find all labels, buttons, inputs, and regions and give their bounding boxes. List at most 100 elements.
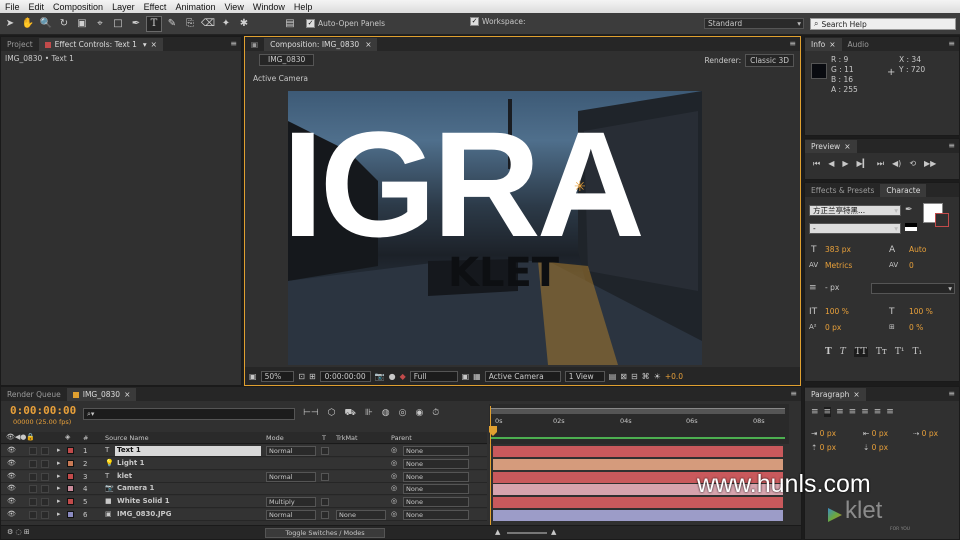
solo-box[interactable] (29, 511, 37, 519)
tsume-value[interactable]: 0 % (909, 323, 923, 332)
label-color-swatch[interactable] (67, 459, 74, 467)
align-right-icon[interactable]: ≡ (836, 407, 844, 417)
menu-view[interactable]: View (224, 2, 243, 12)
font-family-select[interactable]: 方正兰亭特黑... (809, 205, 901, 216)
clone-stamp-tool-icon[interactable]: ⎘ (182, 16, 198, 32)
workspace-toggle-icon[interactable]: ▤ (282, 16, 298, 32)
roto-brush-tool-icon[interactable]: ✦ (218, 16, 234, 32)
expand-layer-icon[interactable]: ▸ (57, 446, 61, 454)
expand-layer-icon[interactable]: ▸ (57, 459, 61, 467)
tab-composition[interactable]: Composition: IMG_0830 × (264, 38, 378, 51)
col-mode[interactable]: Mode (266, 434, 284, 442)
horizontal-scale-value[interactable]: 100 % (909, 307, 933, 316)
tab-preview-close-icon[interactable]: × (844, 142, 850, 151)
visibility-eye-icon[interactable]: 👁 (7, 510, 16, 518)
timeline-panel-menu-icon[interactable]: ≡ (790, 389, 797, 398)
color-icon[interactable]: ◆ (400, 372, 406, 381)
lock-box[interactable] (41, 511, 49, 519)
camera-tool-icon[interactable]: ▣ (74, 16, 90, 32)
zoom-in-icon[interactable]: ▲ (551, 528, 556, 536)
ram-preview-icon[interactable]: ▶▶ (924, 159, 936, 169)
layer-mode-select[interactable]: Multiply (266, 497, 316, 508)
layer-duration-bar[interactable] (493, 446, 783, 457)
menu-animation[interactable]: Animation (175, 2, 215, 12)
layer-mode-select[interactable]: Normal (266, 471, 316, 482)
tab-character[interactable]: Characte (880, 184, 927, 197)
lock-box[interactable] (41, 485, 49, 494)
stroke-style-select[interactable] (871, 283, 955, 294)
comp-mini-flowchart-icon[interactable]: ⊢⊣ (303, 408, 319, 419)
parent-select[interactable]: None (403, 510, 469, 520)
pick-whip-icon[interactable]: ◎ (391, 472, 397, 480)
fast-previews-icon[interactable]: ⊠ (620, 372, 627, 381)
comp-panel-menu-icon[interactable]: ≡ (789, 39, 796, 48)
viewer-timecode[interactable]: 0:00:00:00 (319, 370, 371, 382)
menu-edit[interactable]: Edit (29, 2, 45, 12)
panel-menu-icon[interactable]: ≡ (230, 39, 237, 48)
auto-open-checkbox[interactable]: ✓ (306, 19, 315, 28)
expand-layer-icon[interactable]: ▸ (57, 484, 61, 492)
overlay-text[interactable]: IGRA (288, 109, 645, 259)
tab-paragraph-close-icon[interactable]: × (853, 390, 859, 399)
menu-effect[interactable]: Effect (144, 2, 167, 12)
last-frame-icon[interactable]: ⏭ (877, 159, 884, 169)
pick-whip-icon[interactable]: ◎ (391, 484, 397, 492)
search-help-field[interactable]: ⌕ Search Help (810, 18, 956, 30)
zoom-out-icon[interactable]: ▲ (495, 528, 500, 536)
faux-italic-icon[interactable]: T (840, 347, 846, 357)
label-color-swatch[interactable] (67, 447, 74, 454)
footer-switch-icons[interactable]: ⚙ ◌ ⊞ (7, 528, 30, 536)
col-source-name[interactable]: Source Name (105, 434, 149, 442)
layer-name[interactable]: klet (115, 472, 261, 482)
col-parent[interactable]: Parent (391, 434, 412, 442)
parent-select[interactable]: None (403, 458, 469, 469)
rotate-tool-icon[interactable]: ↻ (56, 16, 72, 32)
solo-box[interactable] (29, 485, 37, 494)
lock-box[interactable] (41, 498, 49, 507)
zoom-select[interactable]: 50% (260, 370, 295, 382)
tracking-value[interactable]: 0 (909, 261, 914, 270)
expand-layer-icon[interactable]: ▸ (57, 472, 61, 480)
snapshot-icon[interactable]: 📷 (375, 372, 385, 381)
keyframe-icon[interactable]: ⏱ (432, 408, 439, 419)
layer-mode-select[interactable]: Normal (266, 446, 316, 456)
font-style-select[interactable]: - (809, 223, 901, 234)
puppet-tool-icon[interactable]: ✱ (236, 16, 252, 32)
transparency-grid-icon[interactable]: ▦ (473, 372, 481, 381)
timeline-search-field[interactable]: ⌕▾ (83, 408, 295, 420)
menu-help[interactable]: Help (294, 2, 313, 12)
solo-box[interactable] (29, 447, 37, 455)
stroke-width-value[interactable]: - px (825, 283, 839, 292)
safe-zones-icon[interactable]: ⊡ (298, 372, 305, 381)
work-area-bar[interactable] (491, 408, 785, 414)
play-icon[interactable]: ▶ (842, 159, 848, 169)
hand-tool-icon[interactable]: ✋ (20, 16, 36, 32)
loop-icon[interactable]: ⟲ (909, 159, 916, 169)
preview-panel-menu-icon[interactable]: ≡ (948, 141, 955, 150)
comp-subtab[interactable]: IMG_0830 (259, 54, 315, 66)
parent-select[interactable]: None (403, 484, 469, 495)
camera-view-select[interactable]: Active Camera (484, 370, 561, 382)
label-color-swatch[interactable] (67, 511, 74, 518)
eyedropper-icon[interactable]: ✒ (905, 205, 913, 215)
solo-box[interactable] (29, 459, 37, 468)
leading-value[interactable]: Auto (909, 245, 926, 254)
current-time-indicator[interactable] (490, 406, 497, 536)
tab-timeline-comp[interactable]: IMG_0830 × (66, 388, 137, 401)
type-tool-icon[interactable]: T (146, 15, 162, 32)
space-after[interactable]: ⇣ 0 px (863, 443, 888, 452)
visibility-eye-icon[interactable]: 👁 (7, 459, 16, 467)
tab-project[interactable]: Project (1, 38, 39, 51)
eraser-tool-icon[interactable]: ⌫ (200, 16, 216, 32)
layer-name[interactable]: Text 1 (115, 446, 261, 456)
layer-row[interactable]: 👁 ▸ 5 ■ White Solid 1 Multiply ◎ None (1, 496, 487, 509)
indent-first[interactable]: ⇢ 0 px (913, 429, 938, 438)
parent-select[interactable]: None (403, 471, 469, 482)
workspace-select[interactable]: Standard (704, 18, 804, 29)
lock-box[interactable] (41, 459, 49, 468)
audio-icon[interactable]: ◀) (892, 159, 901, 169)
region-icon[interactable]: ▣ (462, 372, 470, 381)
motion-blur-icon[interactable]: ◍ (382, 408, 390, 419)
stroke-color-swatch[interactable] (935, 213, 949, 227)
layer-duration-bar[interactable] (493, 510, 783, 521)
